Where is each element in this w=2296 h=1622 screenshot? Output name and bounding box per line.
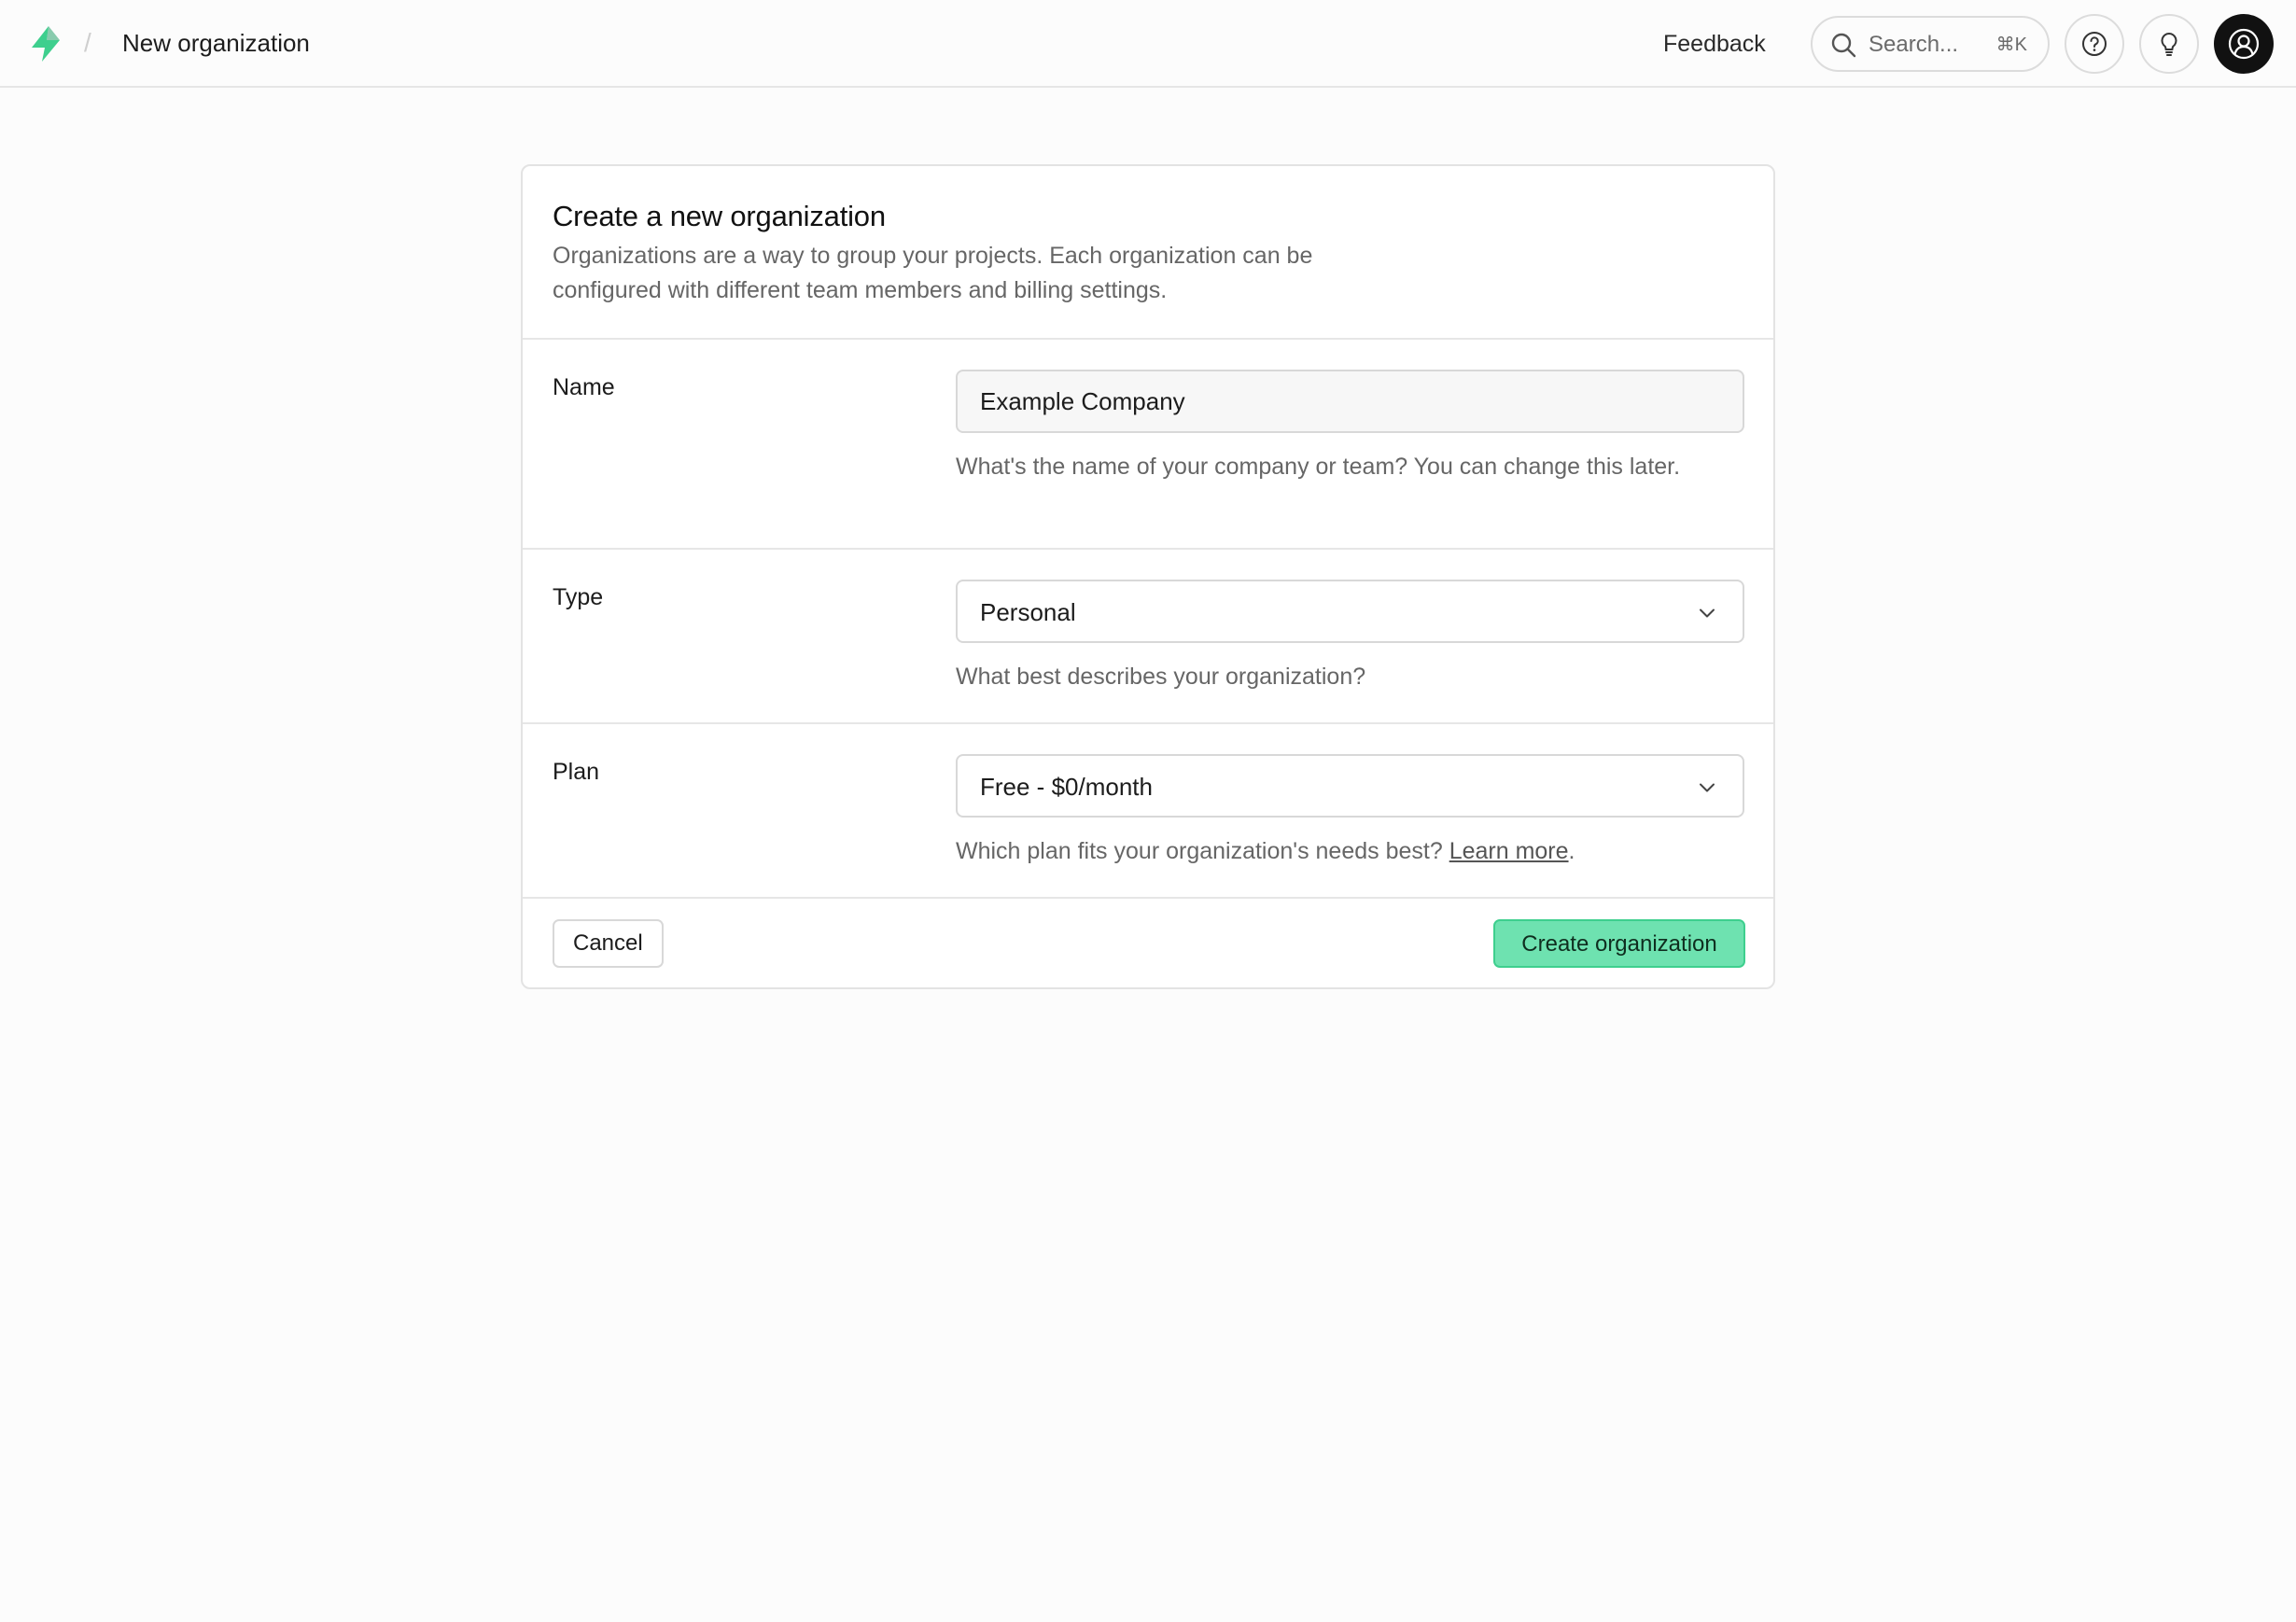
help-circle-icon (2082, 32, 2107, 56)
breadcrumb-separator: / (84, 28, 91, 57)
search-button[interactable]: Search... ⌘K (1811, 16, 2050, 72)
type-label: Type (553, 584, 604, 610)
type-selected-value: Personal (980, 598, 1076, 626)
learn-more-link[interactable]: Learn more (1449, 838, 1569, 864)
lightbulb-icon (2161, 33, 2177, 56)
plan-select[interactable]: Free - $0/month (956, 754, 1744, 818)
organization-name-input[interactable] (956, 370, 1744, 433)
feedback-button[interactable]: Feedback (1652, 24, 1777, 63)
supabase-bolt-icon[interactable] (26, 24, 65, 63)
name-label: Name (553, 374, 615, 400)
plan-help-suffix: . (1568, 838, 1575, 864)
chevron-down-icon (1700, 608, 1715, 618)
name-row: Name What's the name of your company or … (523, 340, 1773, 550)
user-avatar[interactable] (2214, 14, 2274, 74)
search-placeholder: Search... (1869, 32, 1959, 57)
search-shortcut: ⌘K (1995, 35, 2027, 55)
card-footer: Cancel Create organization (523, 899, 1773, 987)
plan-help-prefix: Which plan fits your organization's need… (956, 838, 1449, 864)
search-icon (1831, 33, 1856, 58)
plan-row: Plan Free - $0/month Which plan fits you… (523, 724, 1773, 899)
breadcrumb-current: New organization (122, 29, 310, 57)
tips-button[interactable] (2139, 14, 2199, 74)
create-organization-button[interactable]: Create organization (1493, 919, 1745, 968)
top-bar: / New organization Feedback Search... ⌘K (0, 0, 2296, 88)
type-help-text: What best describes your organization? (956, 664, 1366, 690)
card-description: Organizations are a way to group your pr… (553, 243, 1313, 303)
help-button[interactable] (2065, 14, 2124, 74)
chevron-down-icon (1700, 783, 1715, 792)
user-avatar-icon (2228, 28, 2260, 60)
card-header: Create a new organization Organizations … (523, 166, 1773, 340)
cancel-button[interactable]: Cancel (553, 919, 664, 968)
type-row: Type Personal What best describes your o… (523, 550, 1773, 724)
create-organization-card: Create a new organization Organizations … (521, 164, 1775, 989)
plan-help-text: Which plan fits your organization's need… (956, 834, 1744, 869)
organization-type-select[interactable]: Personal (956, 580, 1744, 643)
page-title: Create a new organization (553, 200, 886, 232)
plan-label: Plan (553, 759, 600, 785)
name-help-text: What's the name of your company or team?… (956, 454, 1681, 480)
plan-selected-value: Free - $0/month (980, 773, 1153, 801)
